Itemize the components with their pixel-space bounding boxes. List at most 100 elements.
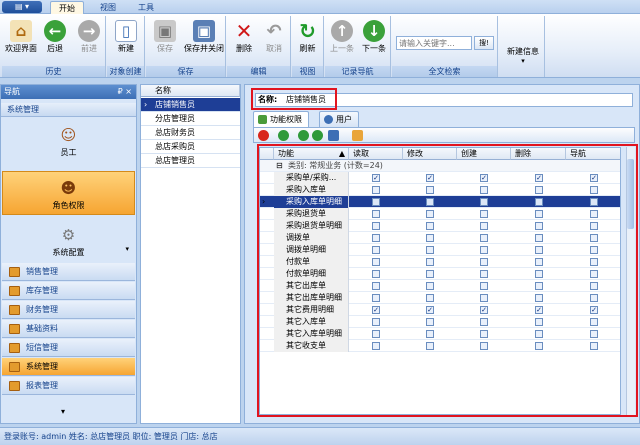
chevron-down-icon[interactable]: ▾ [61,407,65,416]
search-button[interactable]: 搜! [474,36,494,50]
folder-icon [9,343,20,353]
group-label: 保存 [146,66,225,77]
nav-row-system[interactable]: 系统管理 [2,358,135,376]
tab-start[interactable]: 开始 [50,1,84,14]
folder-icon [9,286,20,296]
role-name: 总店采购员 [155,142,195,151]
folder-icon [9,267,20,277]
role-icon: ☻ [60,179,77,197]
app-menu-button[interactable]: ▤ ▾ [2,1,42,13]
user-icon [324,115,333,124]
permission-icon [258,115,267,124]
nav-item-label: 员工 [60,148,77,157]
chevron-down-icon[interactable]: ▾ [125,245,129,253]
cancel-circle-icon[interactable] [258,130,269,141]
nav-row-sales[interactable]: 销售管理 [2,263,135,281]
tab-tools[interactable]: 工具 [130,1,162,14]
role-row-hq-admin[interactable]: 总店管理员 [141,154,240,168]
role-row-hq-finance[interactable]: 总店财务员 [141,126,240,140]
nav-row-label: 库存管理 [26,286,58,295]
forward-button[interactable]: → 前进 [72,18,106,62]
folder-icon [9,324,20,334]
group-label: 历史 [2,66,105,77]
highlight-name-box [251,88,337,110]
role-name: 分店管理员 [155,114,195,123]
nav-row-inventory[interactable]: 库存管理 [2,282,135,300]
deselect-all-icon[interactable] [312,130,323,141]
tab-function-permissions[interactable]: 功能权限 [253,111,309,127]
group-record-nav: ↑ 上一条 ↓ 下一条 记录导航 [325,16,391,77]
delete-button[interactable]: ✕ 删除 [227,18,261,62]
chevron-down-icon: ▾ [521,57,525,65]
group-save: ▣ 保存 ▣ 保存并关闭 保存 [146,16,226,77]
role-row-hq-purchase[interactable]: 总店采购员 [141,140,240,154]
nav-row-label: 财务管理 [26,305,58,314]
group-label: 记录导航 [325,66,390,77]
refresh-button[interactable]: ↻ 刷新 [292,18,323,62]
role-name: 总店财务员 [155,128,195,137]
forward-arrow-icon: → [78,20,100,42]
pin-close-icon[interactable]: ₽ × [118,85,132,99]
group-new-info: 新建信息 ▾ [499,16,545,77]
status-bar: 登录账号: admin 姓名: 总店管理员 职位: 管理员 门店: 总店 [0,427,640,444]
ribbon: ⌂ 欢迎界面 ← 后退 → 前进 历史 ▯ 新建 对象创建 ▣ 保存 ▣ 保存并关闭 保存 … [0,14,640,78]
group-view: ↻ 刷新 视图 [292,16,324,77]
nav-section-title: 系统管理 [1,103,136,117]
gear-icon: ⚙ [61,226,76,244]
next-button[interactable]: ↓ 下一条 [357,18,391,62]
nav-item-role[interactable]: ☻ 角色权限 [2,171,135,215]
group-label: 编辑 [227,66,290,77]
group-history: ⌂ 欢迎界面 ← 后退 → 前进 历史 [2,16,106,77]
tab-users[interactable]: 用户 [319,111,359,127]
nav-title: 导航 ₽ × [1,85,136,99]
nav-row-reports[interactable]: 报表管理 [2,377,135,395]
highlight-grid-box [257,144,638,417]
group-label: 全文检索 [392,66,497,77]
nav-row-finance[interactable]: 财务管理 [2,301,135,319]
folder-icon [9,362,20,372]
nav-row-sms[interactable]: 短信管理 [2,339,135,357]
role-detail-pane: 名称: 店铺销售员 功能权限 用户 功能 ▲ 读取 修改 创建 删除 导航 ⊟ 类… [244,84,640,424]
check-circle-icon[interactable] [278,130,289,141]
select-all-icon[interactable] [298,130,309,141]
new-button[interactable]: ▯ 新建 [109,18,143,62]
new-info-label: 新建信息 [507,47,539,56]
group-label: 视图 [292,66,323,77]
welcome-button[interactable]: ⌂ 欢迎界面 [4,18,38,62]
back-arrow-icon: ← [44,20,66,42]
group-search: 搜! 全文检索 [392,16,498,77]
folder-icon [9,381,20,391]
employee-icon: ☺ [60,126,77,144]
group-label: 对象创建 [107,66,144,77]
role-name: 总店管理员 [155,156,195,165]
role-row-branch-admin[interactable]: 分店管理员 [141,112,240,126]
role-list: 名称 › 店铺销售员 分店管理员 总店财务员 总店采购员 总店管理员 [140,84,241,424]
print-icon[interactable] [328,130,339,141]
tab-view[interactable]: 视图 [92,1,124,14]
nav-item-label: 系统配置 [52,248,85,257]
role-row-store-sales[interactable]: › 店铺销售员 [141,98,240,112]
nav-item-config[interactable]: ⚙ 系统配置 ▾ [2,219,135,259]
new-document-icon: ▯ [115,20,137,42]
export-icon[interactable] [352,130,363,141]
nav-row-label: 基础资料 [26,324,58,333]
tab-label: 用户 [336,115,352,124]
nav-row-label: 系统管理 [26,362,58,371]
search-input[interactable] [396,36,472,50]
new-info-button[interactable]: 新建信息 ▾ [503,46,543,65]
nav-item-employee[interactable]: ☺ 员工 [2,119,135,163]
refresh-icon: ↻ [299,19,316,43]
back-button[interactable]: ← 后退 [38,18,72,62]
nav-row-basic-data[interactable]: 基础资料 [2,320,135,338]
tab-label: 功能权限 [270,115,302,124]
row-pointer-icon: › [144,100,148,109]
save-close-button[interactable]: ▣ 保存并关闭 [184,18,224,62]
home-icon: ⌂ [10,20,32,42]
group-edit: ✕ 删除 ↶ 取消 编辑 [227,16,291,77]
previous-button[interactable]: ↑ 上一条 [325,18,359,62]
save-button[interactable]: ▣ 保存 [148,18,182,62]
nav-item-label: 角色权限 [52,201,85,210]
cancel-button[interactable]: ↶ 取消 [257,18,291,62]
grid-toolbar [253,127,635,143]
down-arrow-icon: ↓ [363,20,385,42]
